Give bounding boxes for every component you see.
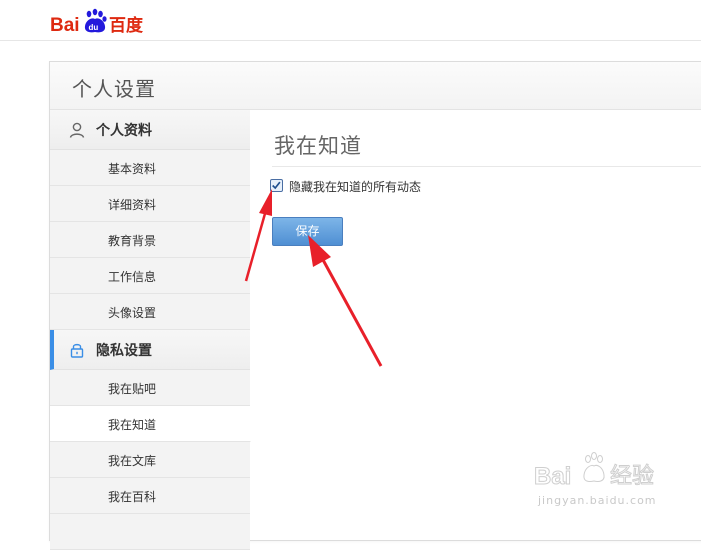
- watermark-logo: Bai 经验: [534, 452, 655, 491]
- watermark-text: jingyan.baidu.com: [538, 494, 657, 507]
- svg-text:Bai: Bai: [534, 463, 571, 490]
- svg-text:经验: 经验: [610, 464, 654, 489]
- arrow-to-save-button: [308, 235, 383, 367]
- arrow-to-checkbox: [244, 189, 272, 282]
